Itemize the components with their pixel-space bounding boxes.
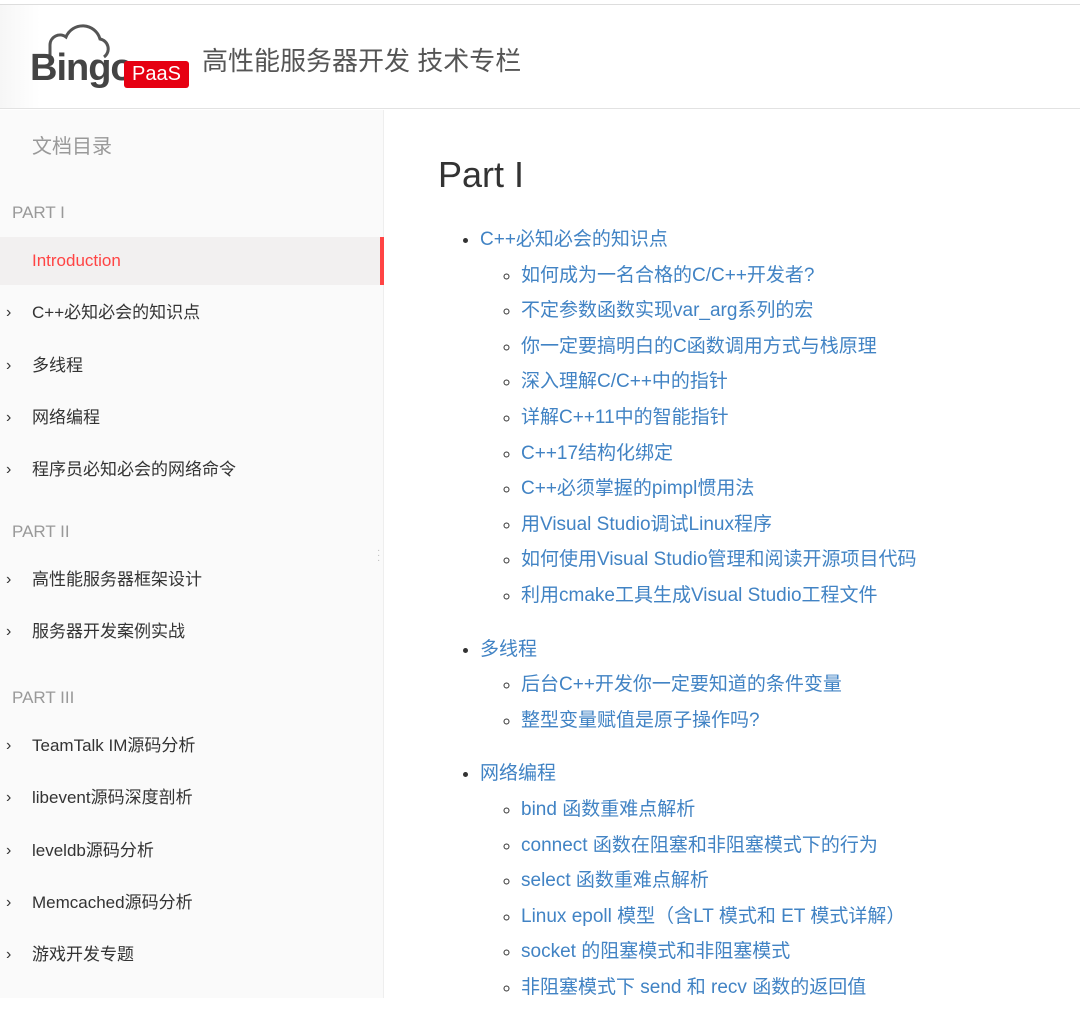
chevron-right-icon[interactable]: ›	[6, 774, 11, 822]
subsection-link[interactable]: 你一定要搞明白的C函数调用方式与栈原理	[521, 336, 877, 357]
subsection-link[interactable]: 详解C++11中的智能指针	[521, 407, 729, 428]
subsection-list: 如何成为一名合格的C/C++开发者? 不定参数函数实现var_arg系列的宏你一定…	[521, 258, 917, 614]
subsection-item: 利用cmake工具生成Visual Studio工程文件	[521, 578, 917, 614]
subsection-item: C++必须掌握的pimpl惯用法	[521, 471, 917, 507]
logo-badge: PaaS	[124, 61, 189, 88]
subsection-link[interactable]: C++17结构化绑定	[521, 443, 673, 464]
subsection-item: 后台C++开发你一定要知道的条件变量	[521, 667, 917, 703]
sidebar: 文档目录 PART IIntroduction›C++必知必会的知识点›多线程›…	[0, 110, 384, 998]
sidebar-item-label: 游戏开发专题	[32, 931, 134, 979]
subsection-item: bind 函数重难点解析	[521, 792, 917, 828]
section-item: C++必知必会的知识点如何成为一名合格的C/C++开发者? 不定参数函数实现var…	[480, 222, 917, 614]
chevron-right-icon[interactable]: ›	[6, 394, 11, 442]
subsection-item: Linux epoll 模型（含LT 模式和 ET 模式详解）	[521, 899, 917, 935]
sidebar-part-label: PART II	[12, 522, 70, 542]
chevron-right-icon[interactable]: ›	[6, 556, 11, 604]
sidebar-item-label: C++必知必会的知识点	[32, 289, 200, 337]
sidebar-item-label: 多线程	[32, 342, 83, 390]
subsection-item: 你一定要搞明白的C函数调用方式与栈原理	[521, 329, 917, 365]
subsection-link[interactable]: connect 函数在阻塞和非阻塞模式下的行为	[521, 835, 878, 856]
sidebar-item-label: TeamTalk IM源码分析	[32, 722, 195, 770]
subsection-list: 后台C++开发你一定要知道的条件变量整型变量赋值是原子操作吗?	[521, 667, 917, 738]
chevron-right-icon[interactable]: ›	[6, 931, 11, 979]
sidebar-item-label: leveldb源码分析	[32, 827, 154, 875]
sidebar-item[interactable]: › TeamTalk IM源码分析	[0, 722, 384, 770]
section-link[interactable]: C++必知必会的知识点	[480, 229, 668, 250]
site-title: 高性能服务器开发 技术专栏	[202, 41, 521, 78]
subsection-item: 如何成为一名合格的C/C++开发者?	[521, 258, 917, 294]
subsection-link[interactable]: 整型变量赋值是原子操作吗?	[521, 710, 760, 731]
section-link[interactable]: 网络编程	[480, 763, 556, 784]
subsection-list: bind 函数重难点解析 connect 函数在阻塞和非阻塞模式下的行为 selec…	[521, 792, 917, 1006]
sidebar-item[interactable]: › 程序员必知必会的网络命令	[0, 446, 384, 494]
section-item: 多线程后台C++开发你一定要知道的条件变量整型变量赋值是原子操作吗?	[480, 632, 917, 739]
sidebar-item-label: libevent源码深度剖析	[32, 774, 193, 822]
subsection-link[interactable]: 用Visual Studio调试Linux程序	[521, 514, 772, 535]
chevron-right-icon[interactable]: ›	[6, 446, 11, 494]
subsection-item: socket 的阻塞模式和非阻塞模式	[521, 934, 917, 970]
chevron-right-icon[interactable]: ›	[6, 827, 11, 875]
sidebar-item[interactable]: › 服务器开发案例实战	[0, 608, 384, 656]
subsection-item: 不定参数函数实现var_arg系列的宏	[521, 293, 917, 329]
chevron-right-icon[interactable]: ›	[6, 879, 11, 927]
sidebar-item[interactable]: › C++必知必会的知识点	[0, 289, 384, 337]
sidebar-item[interactable]: › libevent源码深度剖析	[0, 774, 384, 822]
sidebar-item[interactable]: › 游戏开发专题	[0, 931, 384, 979]
subsection-item: 整型变量赋值是原子操作吗?	[521, 703, 917, 739]
subsection-link[interactable]: 非阻塞模式下 send 和 recv 函数的返回值	[521, 977, 866, 998]
subsection-item: C++17结构化绑定	[521, 436, 917, 472]
chevron-right-icon[interactable]: ›	[6, 608, 11, 656]
sidebar-item[interactable]: › leveldb源码分析	[0, 827, 384, 875]
subsection-item: 用Visual Studio调试Linux程序	[521, 507, 917, 543]
sidebar-item-label: 服务器开发案例实战	[32, 608, 185, 656]
section-list: 多线程后台C++开发你一定要知道的条件变量整型变量赋值是原子操作吗?	[480, 632, 917, 739]
header: Bingo PaaS 高性能服务器开发 技术专栏	[0, 5, 1080, 109]
toc-list: C++必知必会的知识点如何成为一名合格的C/C++开发者? 不定参数函数实现var…	[480, 222, 917, 1023]
subsection-link[interactable]: 后台C++开发你一定要知道的条件变量	[521, 674, 842, 695]
sidebar-item[interactable]: Introduction	[0, 237, 384, 285]
sidebar-part-label: PART I	[12, 203, 65, 223]
subsection-item: 非阻塞模式下 send 和 recv 函数的返回值	[521, 970, 917, 1006]
sidebar-item-label: 程序员必知必会的网络命令	[32, 446, 236, 494]
subsection-link[interactable]: 如何成为一名合格的C/C++开发者?	[521, 265, 814, 286]
sidebar-item[interactable]: › 高性能服务器框架设计	[0, 556, 384, 604]
subsection-link[interactable]: Linux epoll 模型（含LT 模式和 ET 模式详解）	[521, 906, 905, 927]
chevron-right-icon[interactable]: ›	[6, 722, 11, 770]
subsection-link[interactable]: socket 的阻塞模式和非阻塞模式	[521, 941, 790, 962]
sidebar-item[interactable]: › Memcached源码分析	[0, 879, 384, 927]
subsection-item: select 函数重难点解析	[521, 863, 917, 899]
chevron-right-icon[interactable]: ›	[6, 289, 11, 337]
section-list: C++必知必会的知识点如何成为一名合格的C/C++开发者? 不定参数函数实现var…	[480, 222, 917, 614]
subsection-link[interactable]: 利用cmake工具生成Visual Studio工程文件	[521, 585, 878, 606]
subsection-item: 详解C++11中的智能指针	[521, 400, 917, 436]
subsection-link[interactable]: C++必须掌握的pimpl惯用法	[521, 478, 754, 499]
section-item: 网络编程 bind 函数重难点解析 connect 函数在阻塞和非阻塞模式下的行为 s…	[480, 756, 917, 1005]
sidebar-item-label: 高性能服务器框架设计	[32, 556, 202, 604]
section-link[interactable]: 多线程	[480, 639, 537, 660]
sidebar-item-label: 网络编程	[32, 394, 100, 442]
sidebar-title: 文档目录	[32, 130, 112, 159]
sidebar-item-label: Memcached源码分析	[32, 879, 193, 927]
subsection-link[interactable]: select 函数重难点解析	[521, 870, 709, 891]
page-title: Part I	[438, 154, 524, 196]
subsection-item: connect 函数在阻塞和非阻塞模式下的行为	[521, 828, 917, 864]
subsection-link[interactable]: 不定参数函数实现var_arg系列的宏	[521, 300, 813, 321]
main-content: Part I C++必知必会的知识点如何成为一名合格的C/C++开发者? 不定参数…	[385, 110, 1080, 998]
sidebar-item[interactable]: › 多线程	[0, 342, 384, 390]
sidebar-item[interactable]: › 网络编程	[0, 394, 384, 442]
subsection-link[interactable]: 如何使用Visual Studio管理和阅读开源项目代码	[521, 549, 917, 570]
subsection-link[interactable]: 深入理解C/C++中的指针	[521, 371, 728, 392]
logo-text: Bingo	[30, 47, 133, 90]
subsection-link[interactable]: bind 函数重难点解析	[521, 799, 695, 820]
subsection-item: 深入理解C/C++中的指针	[521, 364, 917, 400]
chevron-right-icon[interactable]: ›	[6, 342, 11, 390]
logo[interactable]: Bingo PaaS	[30, 19, 190, 91]
section-list: 网络编程 bind 函数重难点解析 connect 函数在阻塞和非阻塞模式下的行为 s…	[480, 756, 917, 1005]
sidebar-item-label: Introduction	[32, 237, 121, 285]
sidebar-part-label: PART III	[12, 688, 74, 708]
subsection-item: 如何使用Visual Studio管理和阅读开源项目代码	[521, 542, 917, 578]
resize-handle[interactable]: ···	[377, 548, 380, 563]
